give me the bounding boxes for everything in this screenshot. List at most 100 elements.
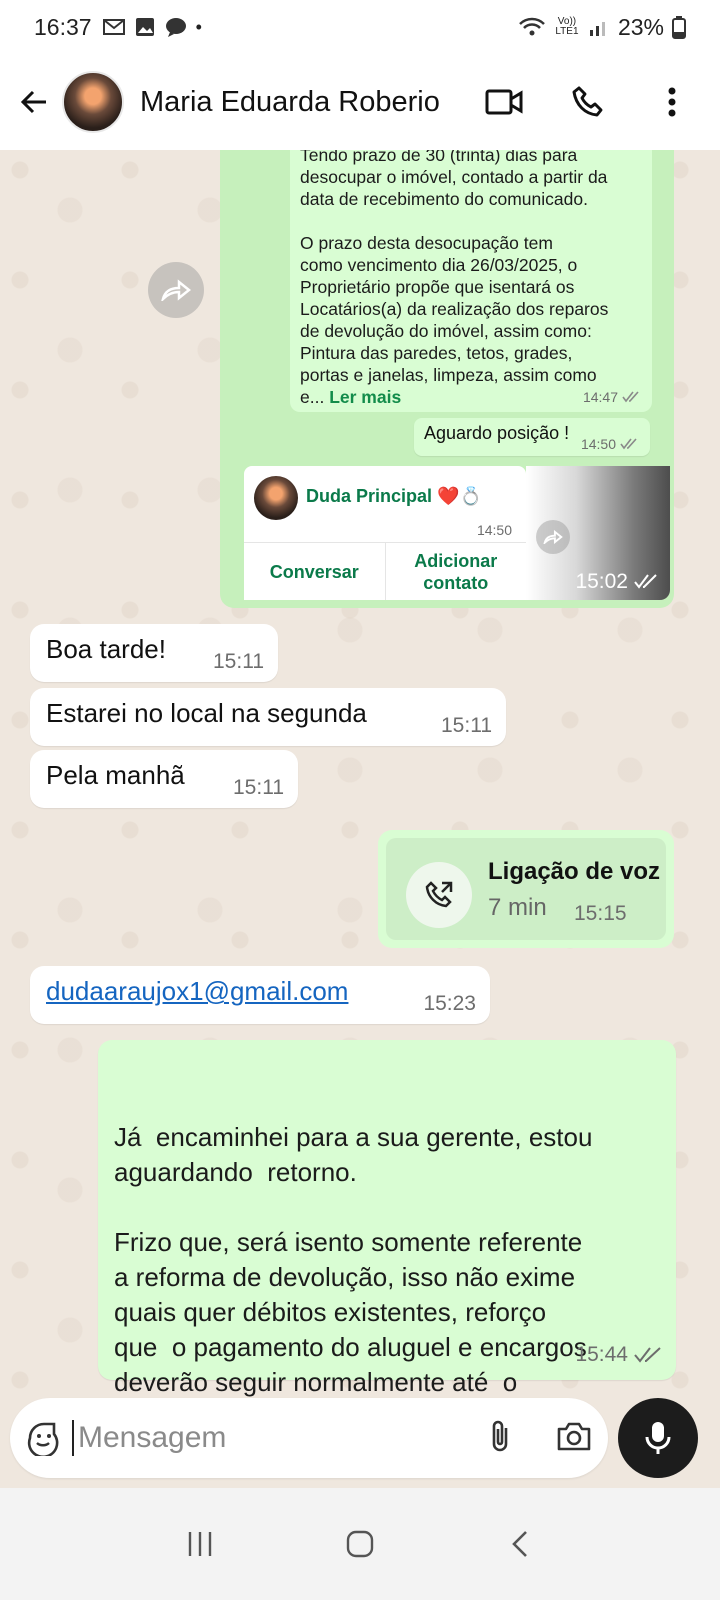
voice-call-button[interactable] (568, 82, 608, 122)
message-text: Boa tarde! (46, 634, 166, 664)
gmail-icon (102, 19, 125, 35)
battery-icon (672, 16, 686, 39)
message-outgoing[interactable]: Aguardo posição ! 14:50 (414, 418, 650, 456)
wifi-icon (519, 17, 545, 36)
message-outgoing[interactable]: Já encaminhei para a sua gerente, estou … (98, 1040, 676, 1418)
message-input[interactable] (72, 1420, 488, 1456)
phone-icon (572, 86, 603, 117)
message-text: Estarei no local na segunda (46, 698, 367, 728)
recents-button[interactable] (170, 1514, 230, 1574)
message-meta: 15:02 (575, 570, 658, 594)
email-link[interactable]: dudaaraujox1@gmail.com (46, 976, 348, 1006)
message-meta: 15:44 (575, 1337, 662, 1372)
double-check-icon (634, 1346, 661, 1363)
forwarded-text-message[interactable]: Tendo prazo de 30 (trinta) dias para des… (290, 150, 652, 412)
forward-button[interactable] (536, 520, 570, 554)
chat-with-contact-button[interactable]: Conversar (244, 543, 385, 600)
message-line: Locatários(a) da realização dos reparos (300, 299, 609, 319)
forward-button[interactable] (148, 262, 204, 318)
back-nav-button[interactable] (490, 1514, 550, 1574)
camera-button[interactable] (556, 1420, 592, 1457)
battery-percent: 23% (617, 13, 664, 40)
gallery-icon (135, 18, 154, 36)
message-line: de devolução do imóvel, assim como: (300, 321, 592, 341)
message-time: 15:02 (575, 570, 628, 593)
message-text: Aguardo posição ! (424, 423, 570, 443)
attach-button[interactable] (488, 1418, 512, 1459)
voice-record-button[interactable] (618, 1398, 698, 1478)
home-button[interactable] (330, 1514, 390, 1574)
message-composer (10, 1398, 608, 1478)
system-nav-bar (0, 1488, 720, 1600)
more-options-button[interactable] (652, 82, 692, 122)
video-call-button[interactable] (484, 82, 524, 122)
status-bar: 16:37 • Vo)) LTE1 23% (0, 0, 720, 54)
status-right: Vo)) LTE1 23% (518, 14, 686, 41)
message-meta: 14:47 (583, 386, 640, 408)
message-line: como vencimento dia 26/03/2025, o (300, 255, 578, 275)
chat-area[interactable]: Tendo prazo de 30 (trinta) dias para des… (0, 150, 720, 1418)
forward-icon (543, 530, 563, 544)
recents-icon (188, 1532, 212, 1556)
message-line: data de recebimento do comunicado. (300, 189, 588, 209)
paperclip-icon (492, 1420, 508, 1451)
double-check-icon (622, 391, 639, 403)
signal-icon (589, 22, 605, 36)
message-time: 14:50 (580, 436, 616, 452)
contact-card-name: Duda Principal ❤️💍 (306, 486, 482, 506)
message-time: 15:23 (423, 992, 476, 1015)
header-actions (484, 82, 692, 122)
double-check-icon (620, 438, 637, 450)
contact-card-avatar (254, 476, 298, 520)
message-incoming[interactable]: dudaaraujox1@gmail.com 15:23 (30, 966, 490, 1024)
sticker-icon[interactable] (26, 1420, 62, 1456)
back-button[interactable] (14, 82, 54, 122)
network-label: Vo)) LTE1 (555, 16, 579, 37)
message-time: 15:11 (213, 650, 264, 673)
arrow-left-icon (20, 90, 46, 114)
message-incoming[interactable]: Boa tarde! 15:11 (30, 624, 278, 682)
message-line: Tendo prazo de 30 (trinta) dias para (300, 150, 578, 165)
message-text: Já encaminhei para a sua gerente, estou … (114, 1122, 593, 1418)
chat-header: Maria Eduarda Roberio (0, 54, 720, 150)
double-check-icon (634, 574, 657, 589)
message-line: portas e janelas, limpeza, assim como (300, 365, 597, 385)
microphone-icon (645, 1422, 671, 1454)
shared-contact-card[interactable]: Duda Principal ❤️💍 14:50 Conversar Adici… (244, 466, 526, 600)
call-card: Ligação de voz 7 min 15:15 (386, 838, 666, 940)
message-line: Proprietário propõe que isentará os (300, 277, 575, 297)
message-line: Pintura das paredes, tetos, grades, (300, 343, 573, 363)
dot-icon: • (195, 16, 202, 37)
contact-name[interactable]: Maria Eduarda Roberio (140, 86, 484, 119)
read-more-link[interactable]: Ler mais (329, 387, 401, 407)
chevron-left-icon (512, 1531, 527, 1557)
status-time: 16:37 (34, 13, 92, 40)
add-contact-button[interactable]: Adicionar contato (384, 543, 527, 600)
message-time: 15:15 (574, 902, 627, 925)
message-line: e... (300, 387, 325, 407)
forward-icon (161, 279, 191, 301)
message-meta: 14:50 (581, 436, 638, 452)
message-incoming[interactable]: Estarei no local na segunda 15:11 (30, 688, 506, 746)
message-line: O prazo desta desocupação tem (300, 233, 553, 253)
contact-avatar[interactable] (62, 71, 124, 133)
message-time: 15:11 (441, 714, 492, 737)
home-icon (346, 1530, 374, 1558)
camera-icon (557, 1422, 591, 1450)
call-duration: 7 min (488, 894, 547, 921)
call-icon-circle (406, 862, 472, 928)
shared-media-thumbnail[interactable]: 15:02 (526, 466, 670, 600)
contact-card-time: 14:50 (476, 522, 512, 538)
video-camera-icon (485, 89, 523, 115)
voice-call-log[interactable]: Ligação de voz 7 min 15:15 (378, 830, 674, 948)
message-time: 15:11 (233, 776, 284, 799)
message-line: desocupar o imóvel, contado a partir da (300, 167, 608, 187)
contact-card-actions: Conversar Adicionar contato (244, 542, 526, 600)
message-time: 14:47 (582, 389, 618, 405)
message-incoming[interactable]: Pela manhã 15:11 (30, 750, 298, 808)
message-time: 15:44 (575, 1343, 628, 1366)
message-text: Pela manhã (46, 760, 185, 790)
notification-icons: • (102, 16, 202, 38)
chat-bubble-icon (165, 18, 186, 37)
outgoing-call-icon (425, 881, 453, 908)
